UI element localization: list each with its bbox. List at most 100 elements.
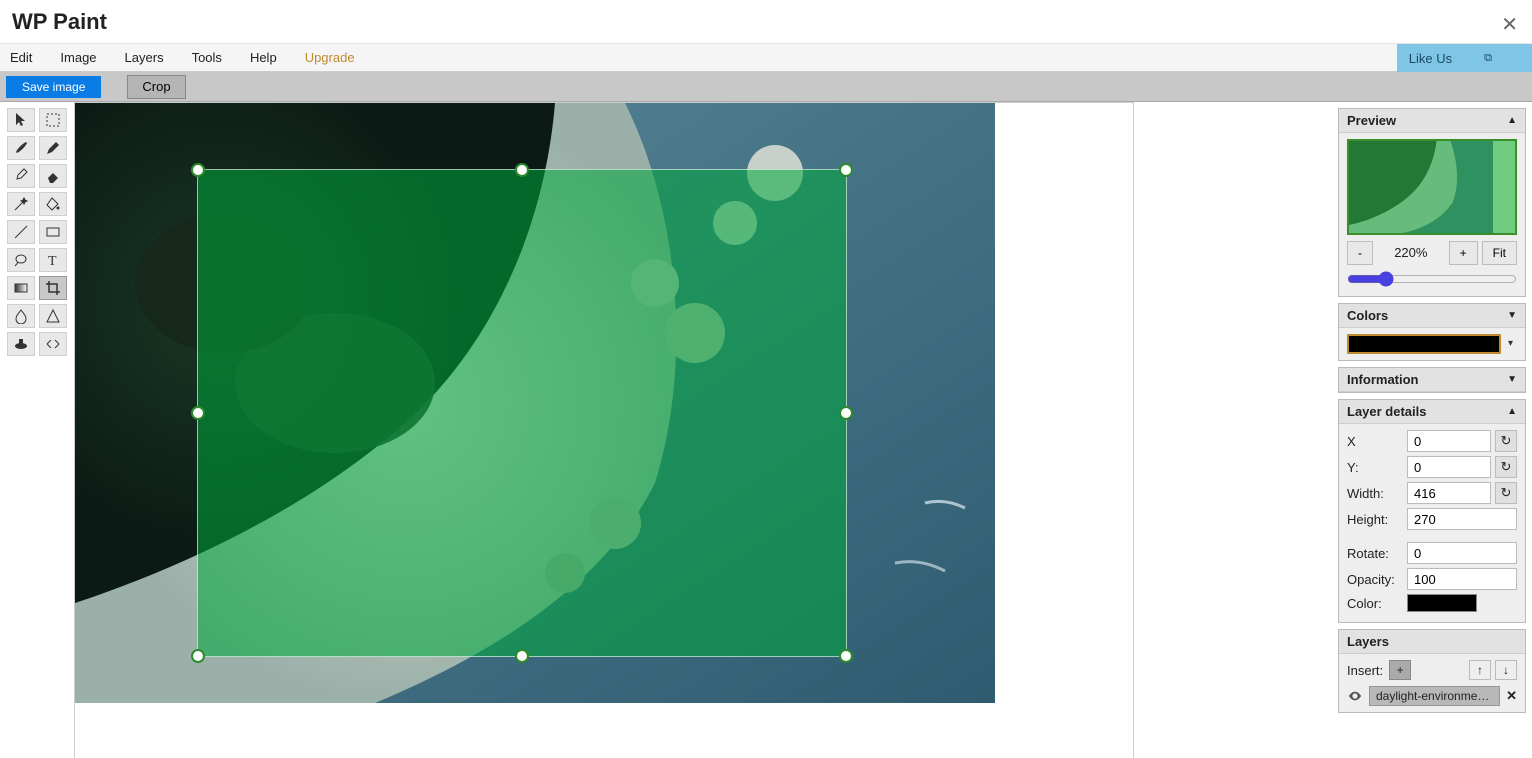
ld-width-label: Width: [1347, 486, 1403, 501]
title-bar: WP Paint ✕ [0, 0, 1532, 44]
zoom-value: 220% [1377, 241, 1445, 265]
panel-layers-title: Layers [1347, 634, 1389, 649]
handle-ml[interactable] [191, 406, 205, 420]
save-button[interactable]: Save image [6, 76, 101, 98]
handle-br[interactable] [839, 649, 853, 663]
ld-height-label: Height: [1347, 512, 1403, 527]
color-swatch[interactable] [1347, 334, 1501, 354]
canvas-area[interactable] [74, 102, 1332, 758]
menu-tools[interactable]: Tools [192, 50, 222, 65]
menu-image[interactable]: Image [60, 50, 96, 65]
panel-layers: Layers Insert: + ↑ ↓ d [1338, 629, 1526, 713]
toolbox: T [0, 102, 74, 758]
chevron-up-icon: ▲ [1507, 115, 1517, 126]
external-link-icon: ⧉ [1484, 52, 1492, 65]
ld-color-label: Color: [1347, 596, 1403, 611]
handle-mr[interactable] [839, 406, 853, 420]
canvas-wrap [74, 102, 1134, 758]
handle-tc[interactable] [515, 163, 529, 177]
like-us-label: Like Us [1409, 51, 1452, 66]
lasso-icon[interactable] [7, 248, 35, 272]
ld-opacity-input[interactable] [1407, 568, 1517, 590]
sidebar: Preview ▲ - 220% + Fit [1332, 102, 1532, 758]
ld-y-input[interactable] [1407, 456, 1491, 478]
gradient-icon[interactable] [7, 276, 35, 300]
handle-tr[interactable] [839, 163, 853, 177]
panel-layer-details-head[interactable]: Layer details ▲ [1339, 400, 1525, 424]
panel-colors-head[interactable]: Colors ▼ [1339, 304, 1525, 328]
panel-preview: Preview ▲ - 220% + Fit [1338, 108, 1526, 297]
paint-roller-icon[interactable] [7, 332, 35, 356]
ld-x-label: X [1347, 434, 1403, 449]
panel-information-head[interactable]: Information ▼ [1339, 368, 1525, 392]
panel-information: Information ▼ [1338, 367, 1526, 393]
panel-information-title: Information [1347, 372, 1419, 387]
layer-item[interactable]: daylight-environment-land ✕ [1347, 686, 1517, 706]
main-area: T [0, 102, 1532, 758]
ld-opacity-label: Opacity: [1347, 572, 1403, 587]
handle-tl[interactable] [191, 163, 205, 177]
menu-help[interactable]: Help [250, 50, 277, 65]
menu-bar: Edit Image Layers Tools Help Upgrade Lik… [0, 44, 1532, 72]
zoom-in-button[interactable]: + [1449, 241, 1478, 265]
layer-delete-button[interactable]: ✕ [1506, 688, 1517, 704]
ld-y-reset[interactable]: ↻ [1495, 456, 1517, 478]
panel-preview-title: Preview [1347, 113, 1396, 128]
ld-x-input[interactable] [1407, 430, 1491, 452]
blur-icon[interactable] [7, 304, 35, 328]
crop-selection[interactable] [197, 169, 847, 657]
ld-height-input[interactable] [1407, 508, 1517, 530]
eye-icon[interactable] [1347, 688, 1363, 704]
menu-edit[interactable]: Edit [10, 50, 32, 65]
like-us-button[interactable]: Like Us ⧉ [1397, 44, 1532, 72]
action-bar: Save image Crop [0, 72, 1532, 102]
ld-y-label: Y: [1347, 460, 1403, 475]
rectangle-icon[interactable] [39, 220, 67, 244]
panel-layer-details: Layer details ▲ X ↻ Y: ↻ Width: ↻ [1338, 399, 1526, 623]
triangle-icon[interactable] [39, 304, 67, 328]
chevron-up-icon: ▲ [1507, 406, 1517, 417]
close-icon[interactable]: ✕ [1501, 12, 1518, 37]
select-rect-icon[interactable] [39, 108, 67, 132]
svg-text:T: T [48, 254, 57, 268]
panel-colors: Colors ▼ [1338, 303, 1526, 361]
layer-name: daylight-environment-land [1369, 686, 1500, 706]
layers-insert-label: Insert: [1347, 663, 1383, 678]
panel-layer-details-title: Layer details [1347, 404, 1427, 419]
ld-width-input[interactable] [1407, 482, 1491, 504]
zoom-slider[interactable] [1347, 271, 1517, 287]
text-icon[interactable]: T [39, 248, 67, 272]
handle-bl[interactable] [191, 649, 205, 663]
zoom-out-button[interactable]: - [1347, 241, 1373, 265]
fill-icon[interactable] [39, 192, 67, 216]
layer-add-button[interactable]: + [1389, 660, 1411, 680]
crop-icon[interactable] [39, 276, 67, 300]
panel-layers-head[interactable]: Layers [1339, 630, 1525, 654]
zoom-fit-button[interactable]: Fit [1482, 241, 1517, 265]
menu-upgrade[interactable]: Upgrade [305, 50, 355, 65]
layer-up-button[interactable]: ↑ [1469, 660, 1491, 680]
canvas-image[interactable] [75, 103, 995, 703]
pencil-icon[interactable] [39, 136, 67, 160]
ld-x-reset[interactable]: ↻ [1495, 430, 1517, 452]
chevron-down-icon: ▼ [1507, 374, 1517, 385]
ld-rotate-label: Rotate: [1347, 546, 1403, 561]
pointer-icon[interactable] [7, 108, 35, 132]
line-icon[interactable] [7, 220, 35, 244]
magic-wand-icon[interactable] [7, 192, 35, 216]
handle-bc[interactable] [515, 649, 529, 663]
panel-preview-head[interactable]: Preview ▲ [1339, 109, 1525, 133]
layer-down-button[interactable]: ↓ [1495, 660, 1517, 680]
ld-width-reset[interactable]: ↻ [1495, 482, 1517, 504]
menu-layers[interactable]: Layers [125, 50, 164, 65]
eraser-icon[interactable] [39, 164, 67, 188]
collapse-icon[interactable] [39, 332, 67, 356]
panel-colors-title: Colors [1347, 308, 1388, 323]
preview-thumbnail[interactable] [1347, 139, 1517, 235]
ld-color-swatch[interactable] [1407, 594, 1477, 612]
eyedropper-icon[interactable] [7, 164, 35, 188]
crop-button[interactable]: Crop [127, 75, 185, 99]
ld-rotate-input[interactable] [1407, 542, 1517, 564]
preview-overlay [1349, 141, 1515, 233]
brush-icon[interactable] [7, 136, 35, 160]
